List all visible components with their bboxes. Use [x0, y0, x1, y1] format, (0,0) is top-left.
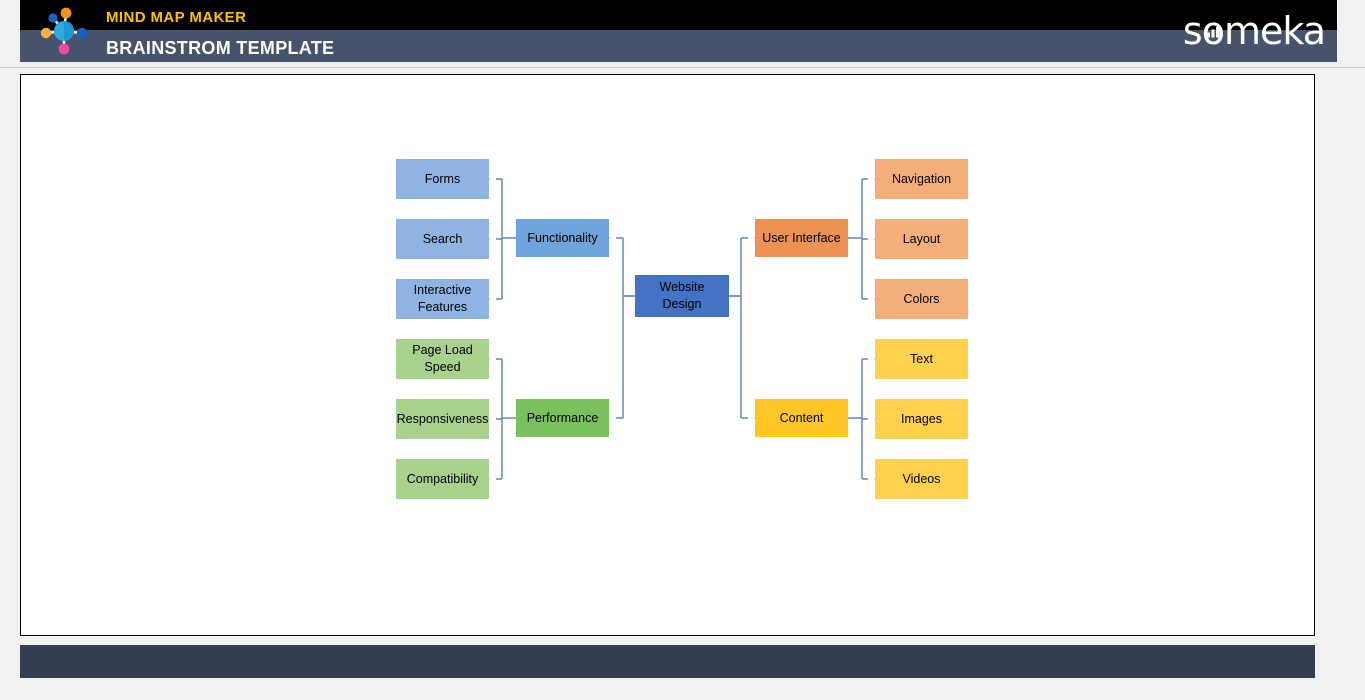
node-label: Interactive Features: [413, 283, 472, 314]
node-label: Website Design: [659, 280, 705, 311]
node-website-design[interactable]: Website Design: [635, 275, 729, 317]
app-header: MIND MAP MAKER BRAINSTROM TEMPLATE somek…: [20, 0, 1337, 62]
node-forms[interactable]: Forms: [396, 159, 489, 199]
node-label: Responsiveness: [396, 411, 489, 426]
node-label: Page Load Speed: [412, 343, 473, 374]
node-label: Functionality: [527, 230, 598, 245]
someka-logo: someka: [1182, 9, 1326, 53]
mindmap-network-icon: [40, 7, 88, 55]
bar-chart-icon: [1206, 26, 1219, 38]
node-label: Navigation: [891, 171, 952, 186]
node-compatibility[interactable]: Compatibility: [396, 459, 489, 499]
connector-lines: [483, 174, 881, 484]
node-label: Images: [901, 411, 942, 426]
node-label: Performance: [526, 410, 599, 425]
node-videos[interactable]: Videos: [875, 459, 968, 499]
node-images[interactable]: Images: [875, 399, 968, 439]
page-title: BRAINSTROM TEMPLATE: [106, 38, 335, 58]
node-responsiveness[interactable]: Responsiveness: [396, 399, 489, 439]
node-interactive-features[interactable]: Interactive Features: [396, 279, 489, 319]
node-label: Colors: [903, 291, 940, 306]
brand-o-wrap: o: [1202, 12, 1225, 50]
node-navigation[interactable]: Navigation: [875, 159, 968, 199]
node-label: Text: [910, 351, 933, 366]
node-layout[interactable]: Layout: [875, 219, 968, 259]
worksheet-canvas[interactable]: Forms Search Interactive Features Functiona…: [20, 74, 1315, 636]
node-content[interactable]: Content: [755, 399, 848, 437]
node-label: User Interface: [762, 230, 841, 245]
brand-text-start: s: [1182, 9, 1203, 53]
node-label: Forms: [424, 171, 461, 186]
node-user-interface[interactable]: User Interface: [755, 219, 848, 257]
mind-map-diagram: Forms Search Interactive Features Functiona…: [21, 75, 1316, 637]
node-label: Videos: [902, 471, 941, 486]
header-divider: [0, 67, 1365, 68]
node-colors[interactable]: Colors: [875, 279, 968, 319]
brand-text-end: meka: [1223, 9, 1326, 53]
product-label: MIND MAP MAKER: [106, 9, 247, 26]
node-label: Search: [422, 231, 463, 246]
node-text[interactable]: Text: [875, 339, 968, 379]
node-functionality[interactable]: Functionality: [516, 219, 609, 257]
footer-bar: [20, 645, 1315, 678]
node-label: Layout: [902, 231, 941, 246]
node-search[interactable]: Search: [396, 219, 489, 259]
node-label: Compatibility: [406, 471, 479, 486]
node-label: Content: [779, 410, 824, 425]
node-page-load-speed[interactable]: Page Load Speed: [396, 339, 489, 379]
node-performance[interactable]: Performance: [516, 399, 609, 437]
